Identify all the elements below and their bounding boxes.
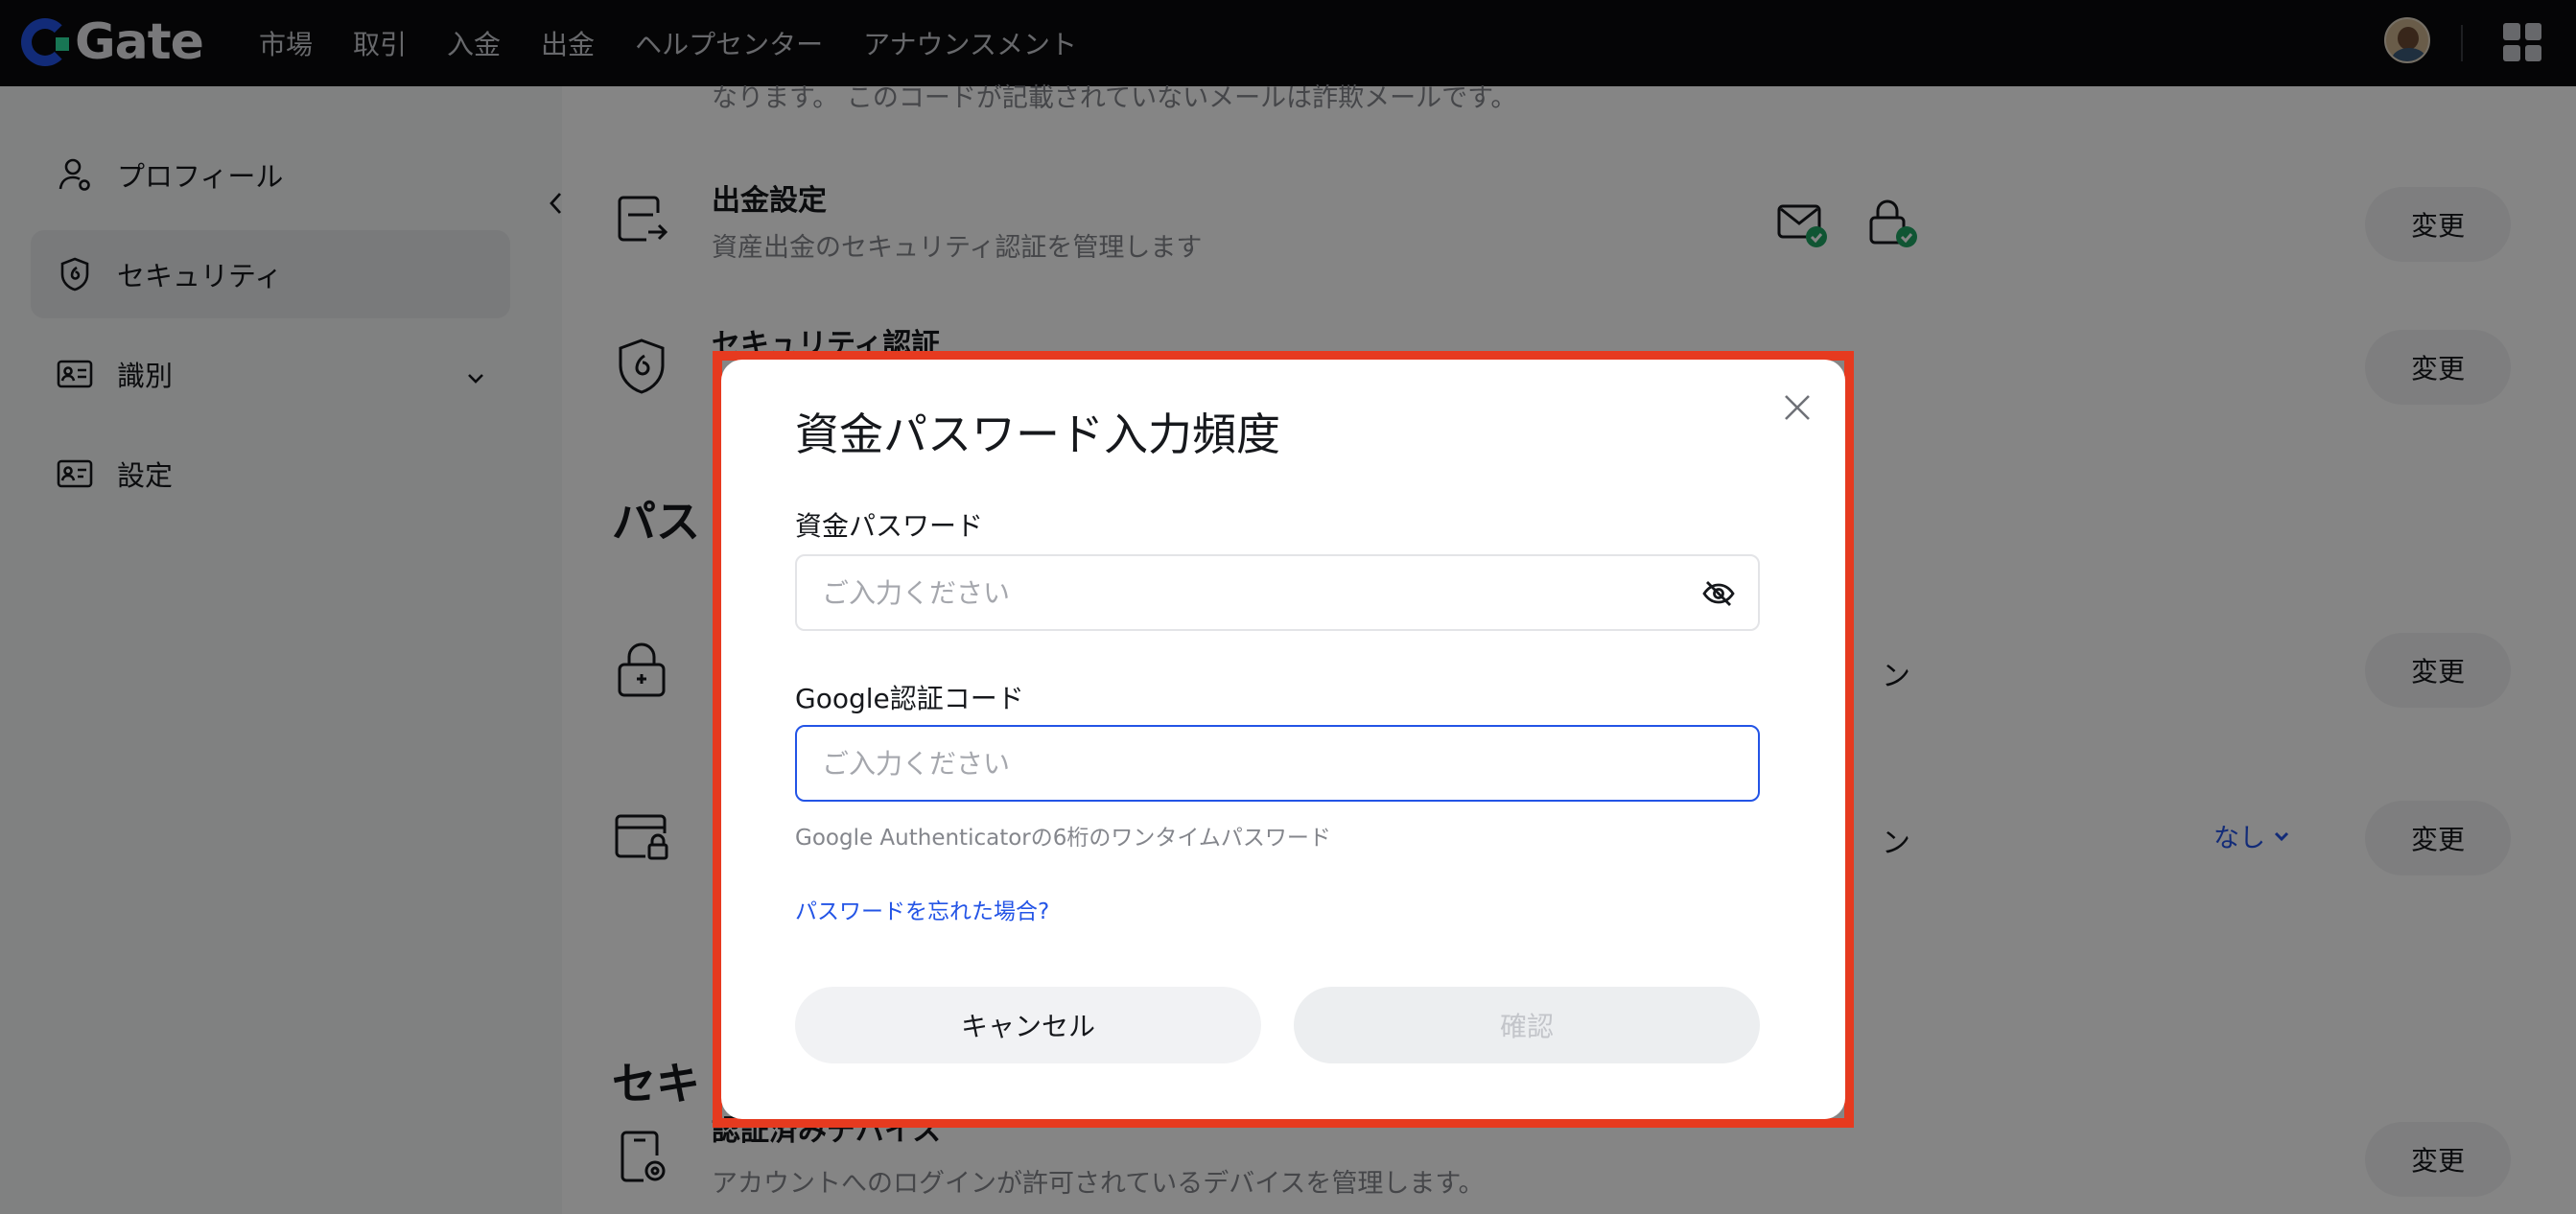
google-code-hint: Google Authenticatorの6桁のワンタイムパスワード: [795, 826, 1331, 851]
fund-password-label: 資金パスワード: [795, 510, 984, 542]
google-code-input[interactable]: [797, 727, 1758, 800]
fund-password-field: [795, 554, 1760, 631]
cancel-button[interactable]: キャンセル: [795, 987, 1261, 1063]
close-icon[interactable]: [1778, 388, 1816, 427]
dialog-title: 資金パスワード入力頻度: [795, 409, 1280, 460]
eye-off-icon[interactable]: [1700, 575, 1737, 612]
confirm-button[interactable]: 確認: [1294, 987, 1760, 1063]
fund-password-dialog: 資金パスワード入力頻度 資金パスワード Google認証コード Google A…: [721, 360, 1845, 1119]
google-code-label: Google認証コード: [795, 683, 1024, 714]
forgot-password-link[interactable]: パスワードを忘れた場合?: [795, 893, 1049, 925]
google-code-field: [795, 725, 1760, 802]
fund-password-input[interactable]: [797, 556, 1758, 629]
